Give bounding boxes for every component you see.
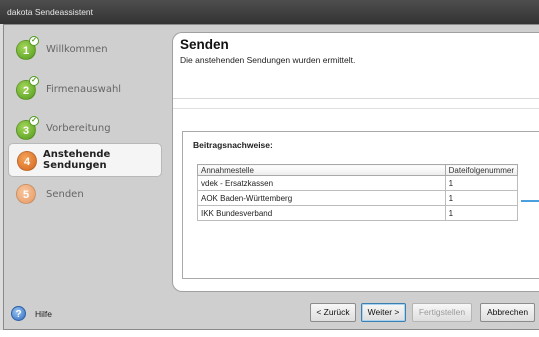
title-bar: dakota Sendeassistent — [0, 0, 539, 24]
wizard-window: dakota Sendeassistent 1 ✓ Willkommen 2 ✓… — [0, 0, 539, 330]
help-icon[interactable]: ? — [11, 306, 26, 321]
check-icon: ✓ — [29, 76, 39, 86]
step-senden[interactable]: 5 Senden — [8, 184, 168, 218]
column-header-annahmestelle[interactable]: Annahmestelle — [197, 164, 446, 176]
step-label-willkommen: Willkommen — [46, 44, 108, 55]
next-button[interactable]: Weiter > — [361, 303, 406, 322]
table-cell: 1 — [444, 190, 519, 206]
step-anstehende-sendungen[interactable]: 4 Anstehende Sendungen — [8, 143, 162, 177]
divider — [173, 108, 539, 109]
step-label-firmenauswahl: Firmenauswahl — [46, 84, 122, 95]
table-cell: 1 — [444, 175, 519, 191]
sendungen-table: Annahmestelle Dateifolgenummer vdek - Er… — [197, 164, 519, 221]
table-cell: AOK Baden-Württemberg — [197, 190, 446, 206]
window-title: dakota Sendeassistent — [7, 7, 94, 17]
check-icon: ✓ — [29, 116, 39, 126]
table-cell: 1 — [444, 205, 519, 221]
column-header-dateifolgenummer[interactable]: Dateifolgenummer — [444, 164, 519, 176]
table-header-row: Annahmestelle Dateifolgenummer — [197, 164, 519, 176]
step-willkommen[interactable]: 1 ✓ Willkommen — [8, 33, 168, 67]
table-row[interactable]: AOK Baden-Württemberg 1 — [197, 190, 519, 206]
step-label-vorbereitung: Vorbereitung — [46, 123, 111, 134]
step-number-5: 5 — [16, 184, 36, 204]
step-vorbereitung[interactable]: 3 ✓ Vorbereitung — [8, 113, 168, 147]
back-button[interactable]: < Zurück — [310, 303, 356, 322]
section-title: Beitragsnachweise: — [193, 140, 273, 150]
finish-button[interactable]: Fertigstellen — [412, 303, 472, 322]
page-title: Senden — [180, 37, 229, 52]
page-header: Senden Die anstehenden Sendungen wurden … — [173, 33, 539, 99]
step-number-4: 4 — [17, 151, 37, 171]
page-subtitle: Die anstehenden Sendungen wurden ermitte… — [180, 55, 356, 65]
table-row[interactable]: vdek - Ersatzkassen 1 — [197, 175, 519, 191]
cancel-button[interactable]: Abbrechen — [480, 303, 535, 322]
step-label-senden: Senden — [46, 189, 84, 200]
check-icon: ✓ — [29, 36, 39, 46]
table-cell: vdek - Ersatzkassen — [197, 175, 446, 191]
accent-line — [521, 200, 539, 202]
table-row[interactable]: IKK Bundesverband 1 — [197, 205, 519, 221]
table-cell: IKK Bundesverband — [197, 205, 446, 221]
step-label-sendungen: Sendungen — [43, 160, 107, 171]
main-panel: Senden Die anstehenden Sendungen wurden … — [172, 32, 539, 292]
sendungen-box: Beitragsnachweise: Annahmestelle Dateifo… — [182, 131, 539, 279]
step-list: 1 ✓ Willkommen 2 ✓ Firmenauswahl 3 ✓ Vor… — [8, 31, 173, 291]
page-margin — [0, 330, 539, 337]
step-firmenauswahl[interactable]: 2 ✓ Firmenauswahl — [8, 73, 168, 107]
step-label-anstehende: Anstehende — [43, 149, 111, 160]
help-label[interactable]: Hilfe — [35, 309, 52, 319]
